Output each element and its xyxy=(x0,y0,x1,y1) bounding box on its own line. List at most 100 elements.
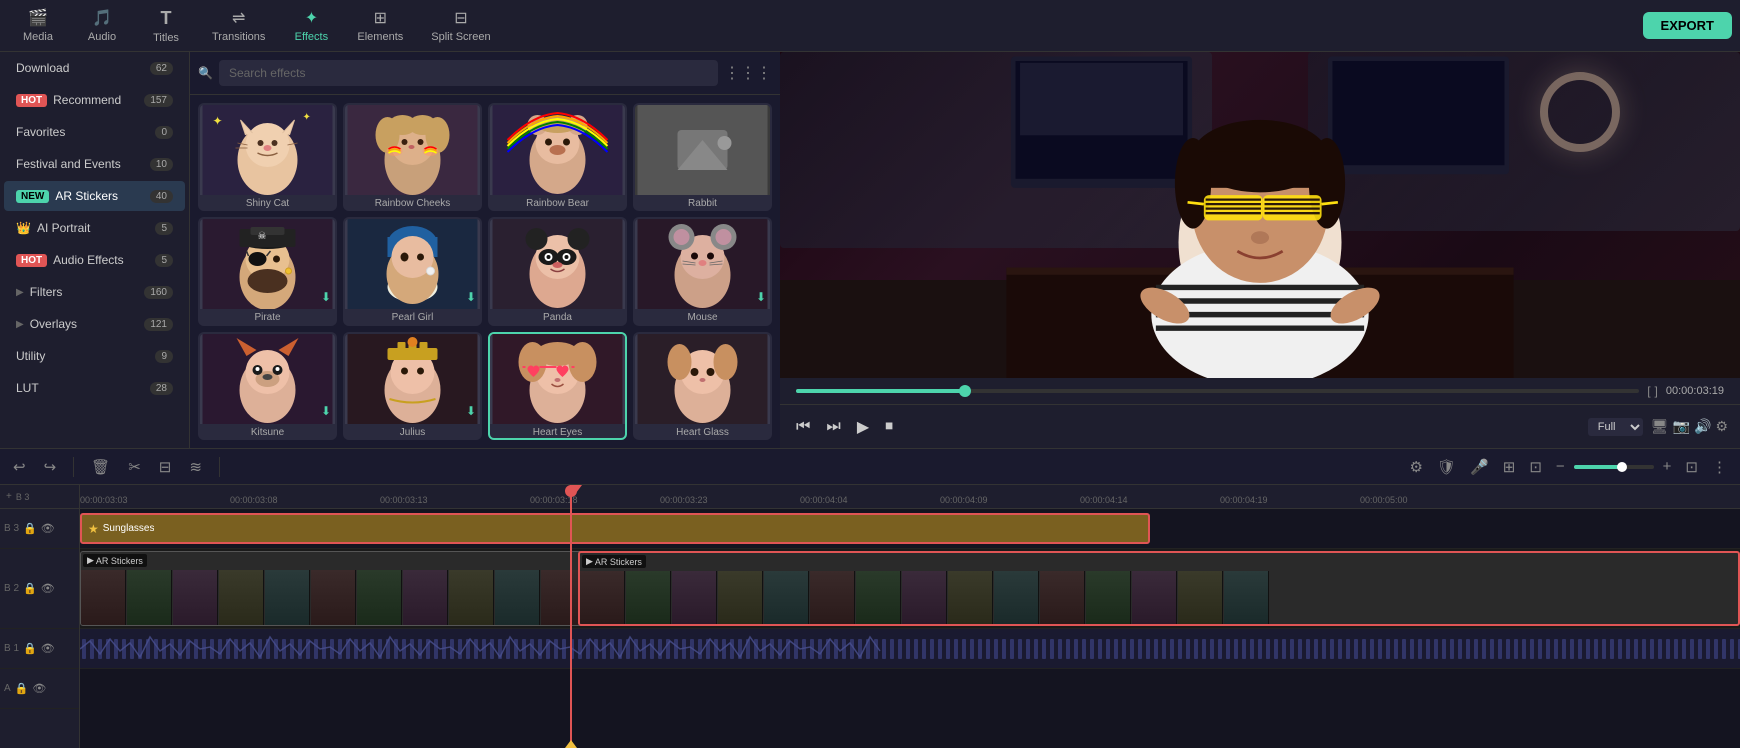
track-content-area: 00:00:03:03 00:00:03:08 00:00:03:13 00:0… xyxy=(80,485,1740,748)
ar-stickers-label-1: ▶ AR Stickers xyxy=(83,554,147,567)
effect-rainbow-bear-img xyxy=(490,105,625,195)
redo-button[interactable]: ↪ xyxy=(39,455,62,479)
eye-icon-3[interactable]: 👁 xyxy=(41,522,55,535)
ar-stickers-clip-2[interactable]: ▶ AR Stickers xyxy=(578,551,1740,626)
camera-icon[interactable]: 📷 xyxy=(1673,418,1690,435)
sidebar-item-lut[interactable]: LUT 28 xyxy=(4,373,185,403)
stabilize-button[interactable]: ≋ xyxy=(184,455,207,479)
snap-icon[interactable]: ⊞ xyxy=(1498,455,1521,479)
titles-icon: T xyxy=(161,8,172,29)
time-mark-7: 00:00:04:09 xyxy=(940,495,988,505)
effect-pirate[interactable]: ☠ Pirate ⬇ xyxy=(198,217,337,325)
eye-icon-audio[interactable]: 👁 xyxy=(32,682,46,695)
detach-audio-button[interactable]: ⊟ xyxy=(154,455,177,479)
chevron-right-icon-2: ▶ xyxy=(16,319,24,330)
split-icon[interactable]: ⊡ xyxy=(1524,455,1547,479)
effects-grid: ✦ ✦ Shiny Cat xyxy=(190,95,780,448)
effect-row3-1[interactable]: Kitsune ⬇ xyxy=(198,332,337,440)
sidebar-item-filters[interactable]: ▶ Filters 160 xyxy=(4,277,185,307)
timeline-settings-button[interactable]: ⚙ xyxy=(1405,455,1428,479)
sidebar-item-download[interactable]: Download 62 xyxy=(4,53,185,83)
effect-julius[interactable]: Julius ⬇ xyxy=(343,332,482,440)
playback-controls: ⏮ ⏭ ▶ ⏹ Full 75% 50% 🖥 📷 🔊 ⚙ xyxy=(780,404,1740,448)
search-input[interactable] xyxy=(219,60,718,86)
delete-button[interactable]: 🗑 xyxy=(86,455,115,479)
toolbar-audio[interactable]: 🎵 Audio xyxy=(72,4,132,47)
undo-button[interactable]: ↩ xyxy=(8,455,31,479)
effect-shiny-cat[interactable]: ✦ ✦ Shiny Cat xyxy=(198,103,337,211)
audio-track-label: A 🔒 👁 xyxy=(0,669,79,709)
effect-pearl-girl-img xyxy=(345,219,480,309)
toolbar-elements[interactable]: ⊞ Elements xyxy=(345,4,415,47)
stop-button[interactable]: ⏹ xyxy=(881,414,897,440)
main-toolbar: 🎬 Media 🎵 Audio T Titles ⇌ Transitions ✦… xyxy=(0,0,1740,52)
mic-icon[interactable]: 🎤 xyxy=(1465,455,1494,479)
hot-badge: HOT xyxy=(16,94,47,107)
timeline-zoom-slider[interactable] xyxy=(1574,465,1654,469)
splitscreen-icon: ⊟ xyxy=(454,8,467,28)
effect-rainbow-bear[interactable]: Rainbow Bear xyxy=(488,103,627,211)
toolbar-media[interactable]: 🎬 Media xyxy=(8,4,68,47)
download-icon-row3-1: ⬇ xyxy=(321,404,331,418)
effect-panda[interactable]: Panda xyxy=(488,217,627,325)
zoom-in-button[interactable]: + xyxy=(1658,455,1677,478)
toolbar-titles[interactable]: T Titles xyxy=(136,4,196,48)
sunglasses-clip-label: Sunglasses xyxy=(103,523,155,534)
sidebar-item-audio-effects[interactable]: HOT Audio Effects 5 xyxy=(4,245,185,275)
more-button[interactable]: ⋮ xyxy=(1707,455,1732,479)
cut-button[interactable]: ✂ xyxy=(123,455,146,479)
lock-icon-3[interactable]: 🔒 xyxy=(23,522,37,535)
progress-area: [ ] 00:00:03:19 xyxy=(780,378,1740,404)
effect-pearl-girl[interactable]: Pearl Girl ⬇ xyxy=(343,217,482,325)
playback-progress[interactable] xyxy=(796,389,1639,393)
timeline-ruler[interactable]: 00:00:03:03 00:00:03:08 00:00:03:13 00:0… xyxy=(80,485,1740,509)
effect-rainbow-cheeks-img xyxy=(345,105,480,195)
effect-rabbit[interactable]: Rabbit xyxy=(633,103,772,211)
time-mark-10: 00:00:05:00 xyxy=(1360,495,1408,505)
lock-icon-audio[interactable]: 🔒 xyxy=(15,682,29,695)
effect-mouse[interactable]: Mouse ⬇ xyxy=(633,217,772,325)
new-badge: NEW xyxy=(16,190,49,203)
track-1-label: B 1 🔒 👁 xyxy=(0,629,79,669)
toolbar-effects[interactable]: ✦ Effects xyxy=(281,4,341,47)
eye-icon-1[interactable]: 👁 xyxy=(41,642,55,655)
toolbar-transitions[interactable]: ⇌ Transitions xyxy=(200,4,277,47)
fit-button[interactable]: ⊡ xyxy=(1680,455,1703,479)
effect-heart-eyes[interactable]: Heart Eyes xyxy=(488,332,627,440)
step-back-button[interactable]: ⏭ xyxy=(822,414,844,440)
video-frames-2 xyxy=(580,553,1738,624)
play-button[interactable]: ▶ xyxy=(853,413,873,441)
svg-text:✦: ✦ xyxy=(213,114,223,128)
zoom-out-button[interactable]: − xyxy=(1551,455,1570,478)
sidebar-item-favorites[interactable]: Favorites 0 xyxy=(4,117,185,147)
effects-icon: ✦ xyxy=(305,8,318,28)
playhead-bottom-arrow xyxy=(565,740,577,748)
export-button[interactable]: EXPORT xyxy=(1643,12,1732,39)
sidebar-item-recommend[interactable]: HOT Recommend 157 xyxy=(4,85,185,115)
sidebar-item-ar-stickers[interactable]: NEW AR Stickers 40 xyxy=(4,181,185,211)
time-mark-8: 00:00:04:14 xyxy=(1080,495,1128,505)
waveform-svg xyxy=(80,629,1740,668)
lock-icon-2[interactable]: 🔒 xyxy=(23,582,37,595)
toolbar-splitscreen[interactable]: ⊟ Split Screen xyxy=(419,4,502,47)
rewind-button[interactable]: ⏮ xyxy=(792,414,814,440)
eye-icon-2[interactable]: 👁 xyxy=(41,582,55,595)
time-mark-1: 00:00:03:03 xyxy=(80,495,128,505)
effect-heart-glass[interactable]: Heart Glass xyxy=(633,332,772,440)
effect-rainbow-cheeks[interactable]: Rainbow Cheeks xyxy=(343,103,482,211)
speaker-icon[interactable]: 🔊 xyxy=(1694,418,1711,435)
grid-view-icon[interactable]: ⋮⋮⋮ xyxy=(724,63,772,83)
sidebar-item-utility[interactable]: Utility 9 xyxy=(4,341,185,371)
sidebar-item-festival[interactable]: Festival and Events 10 xyxy=(4,149,185,179)
shield-icon[interactable]: 🛡 xyxy=(1432,455,1461,479)
add-track-icon[interactable]: + xyxy=(6,491,12,502)
sidebar-item-ai-portrait[interactable]: 👑 AI Portrait 5 xyxy=(4,213,185,243)
sidebar-item-overlays[interactable]: ▶ Overlays 121 xyxy=(4,309,185,339)
monitor-icon[interactable]: 🖥 xyxy=(1651,418,1669,435)
track-2-content: ▶ AR Stickers xyxy=(80,549,1740,629)
lock-icon-1[interactable]: 🔒 xyxy=(23,642,37,655)
settings-icon[interactable]: ⚙ xyxy=(1715,418,1728,435)
hot-badge-2: HOT xyxy=(16,254,47,267)
zoom-select[interactable]: Full 75% 50% xyxy=(1588,418,1643,436)
sunglasses-clip[interactable]: ★ Sunglasses xyxy=(80,513,1150,544)
